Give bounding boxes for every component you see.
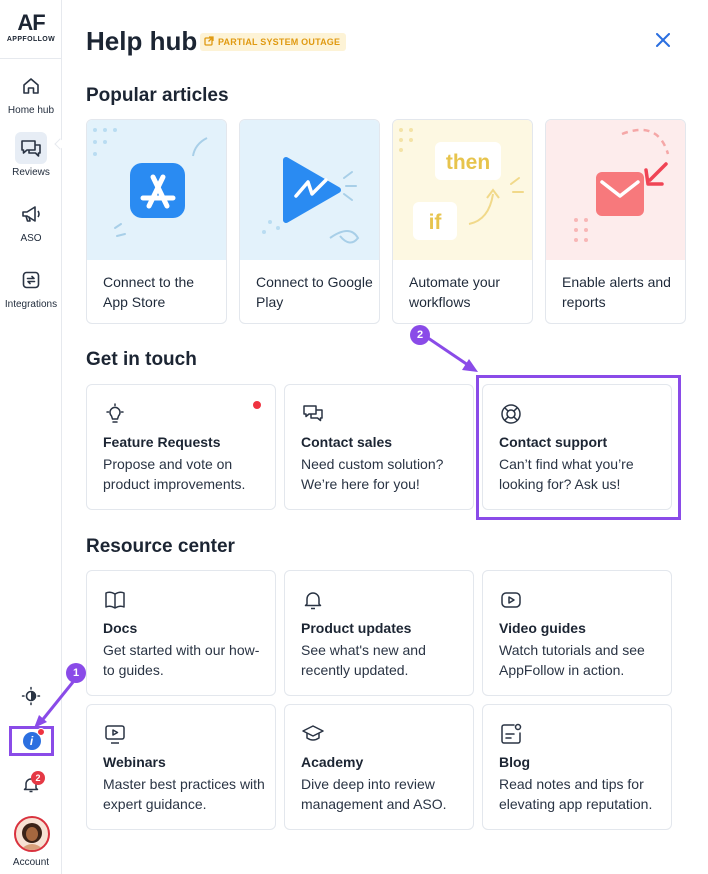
megaphone-icon — [15, 198, 47, 230]
card-description: Dive deep into review management and ASO… — [301, 776, 447, 812]
card-title: Video guides — [499, 620, 586, 636]
webinars-card[interactable]: Webinars Master best practices with expe… — [86, 704, 276, 830]
new-indicator-dot — [253, 401, 261, 409]
account-label: Account — [12, 857, 50, 868]
card-title: Feature Requests — [103, 434, 221, 450]
graduation-cap-icon — [301, 722, 325, 746]
page-title: Help hub — [86, 26, 198, 56]
sidebar-item-integrations[interactable]: Integrations — [0, 264, 62, 310]
card-title: Contact sales — [301, 434, 393, 450]
status-badge-label: PARTIAL SYSTEM OUTAGE — [218, 37, 341, 47]
svg-text:if: if — [429, 211, 443, 234]
svg-text:then: then — [446, 151, 490, 174]
integrations-icon — [15, 264, 47, 296]
sidebar-item-reviews[interactable]: Reviews — [0, 132, 62, 178]
close-button[interactable] — [652, 31, 674, 53]
reviews-icon — [15, 132, 47, 164]
card-title: Blog — [499, 754, 531, 770]
if-then-icon: then if — [393, 120, 532, 260]
app-store-icon — [87, 120, 226, 260]
contact-sales-card[interactable]: Contact sales Need custom solution? We’r… — [284, 384, 474, 510]
logo-wordmark: APPFOLLOW — [6, 36, 56, 43]
logo-mark: AF — [17, 10, 45, 35]
callout-arrow-1 — [34, 681, 75, 728]
card-description: Watch tutorials and see AppFollow in act… — [499, 642, 645, 678]
card-title: Docs — [103, 620, 138, 636]
avatar[interactable] — [14, 816, 50, 852]
sidebar-item-aso[interactable]: ASO — [0, 198, 62, 244]
sidebar-item-label: ASO — [20, 233, 42, 244]
section-title-resource-center: Resource center — [86, 536, 235, 557]
sidebar: AF APPFOLLOW Home hub Reviews ASO Integr… — [0, 0, 66, 874]
article-card-google-play[interactable]: Connect to Google Play — [239, 119, 380, 324]
card-title: Webinars — [103, 754, 166, 770]
card-description: Read notes and tips for elevating app re… — [499, 776, 653, 812]
callout-arrow-2 — [427, 336, 478, 372]
divider — [0, 58, 62, 59]
product-updates-card[interactable]: Product updates See what's new and recen… — [284, 570, 474, 696]
section-title-get-in-touch: Get in touch — [86, 349, 197, 370]
sidebar-item-label: Home hub — [7, 105, 55, 116]
article-title: Automate your workflows — [409, 274, 501, 310]
bell-icon — [301, 588, 325, 612]
sidebar-item-label: Integrations — [4, 299, 58, 310]
close-icon — [656, 32, 670, 52]
notification-count-badge: 2 — [31, 771, 45, 785]
lightbulb-icon — [103, 402, 127, 426]
blog-card[interactable]: Blog Read notes and tips for elevating a… — [482, 704, 672, 830]
card-description: Need custom solution? We’re here for you… — [301, 456, 444, 492]
sidebar-item-label: Reviews — [12, 167, 50, 178]
home-icon — [15, 70, 47, 102]
google-play-icon — [240, 120, 379, 260]
card-description: See what's new and recently updated. — [301, 642, 426, 678]
blog-note-icon — [499, 722, 523, 746]
chat-bubbles-icon — [301, 402, 325, 426]
card-title: Academy — [301, 754, 364, 770]
card-title: Product updates — [301, 620, 412, 636]
section-title-popular-articles: Popular articles — [86, 85, 229, 106]
article-card-automate[interactable]: then if Automate your workflows — [392, 119, 533, 324]
play-icon — [499, 588, 523, 612]
appfollow-logo[interactable]: AF APPFOLLOW — [0, 10, 62, 44]
academy-card[interactable]: Academy Dive deep into review management… — [284, 704, 474, 830]
video-guides-card[interactable]: Video guides Watch tutorials and see App… — [482, 570, 672, 696]
status-badge[interactable]: PARTIAL SYSTEM OUTAGE — [200, 33, 347, 51]
feature-requests-card[interactable]: Feature Requests Propose and vote on pro… — [86, 384, 276, 510]
contact-support-highlight — [476, 375, 681, 520]
article-card-alerts[interactable]: Enable alerts and reports — [545, 119, 686, 324]
external-link-icon — [204, 36, 214, 48]
article-title: Connect to Google Play — [256, 274, 373, 310]
docs-card[interactable]: Docs Get started with our how-to guides. — [86, 570, 276, 696]
article-title: Connect to the App Store — [103, 274, 195, 310]
card-description: Master best practices with expert guidan… — [103, 776, 265, 812]
sidebar-item-home-hub[interactable]: Home hub — [0, 70, 62, 116]
card-description: Get started with our how-to guides. — [103, 642, 260, 678]
article-title: Enable alerts and reports — [562, 274, 671, 310]
card-description: Propose and vote on product improvements… — [103, 456, 246, 492]
book-icon — [103, 588, 127, 612]
monitor-play-icon — [103, 722, 127, 746]
help-hub-icon: i — [22, 728, 45, 750]
article-card-app-store[interactable]: Connect to the App Store — [86, 119, 227, 324]
mail-icon — [546, 120, 685, 260]
